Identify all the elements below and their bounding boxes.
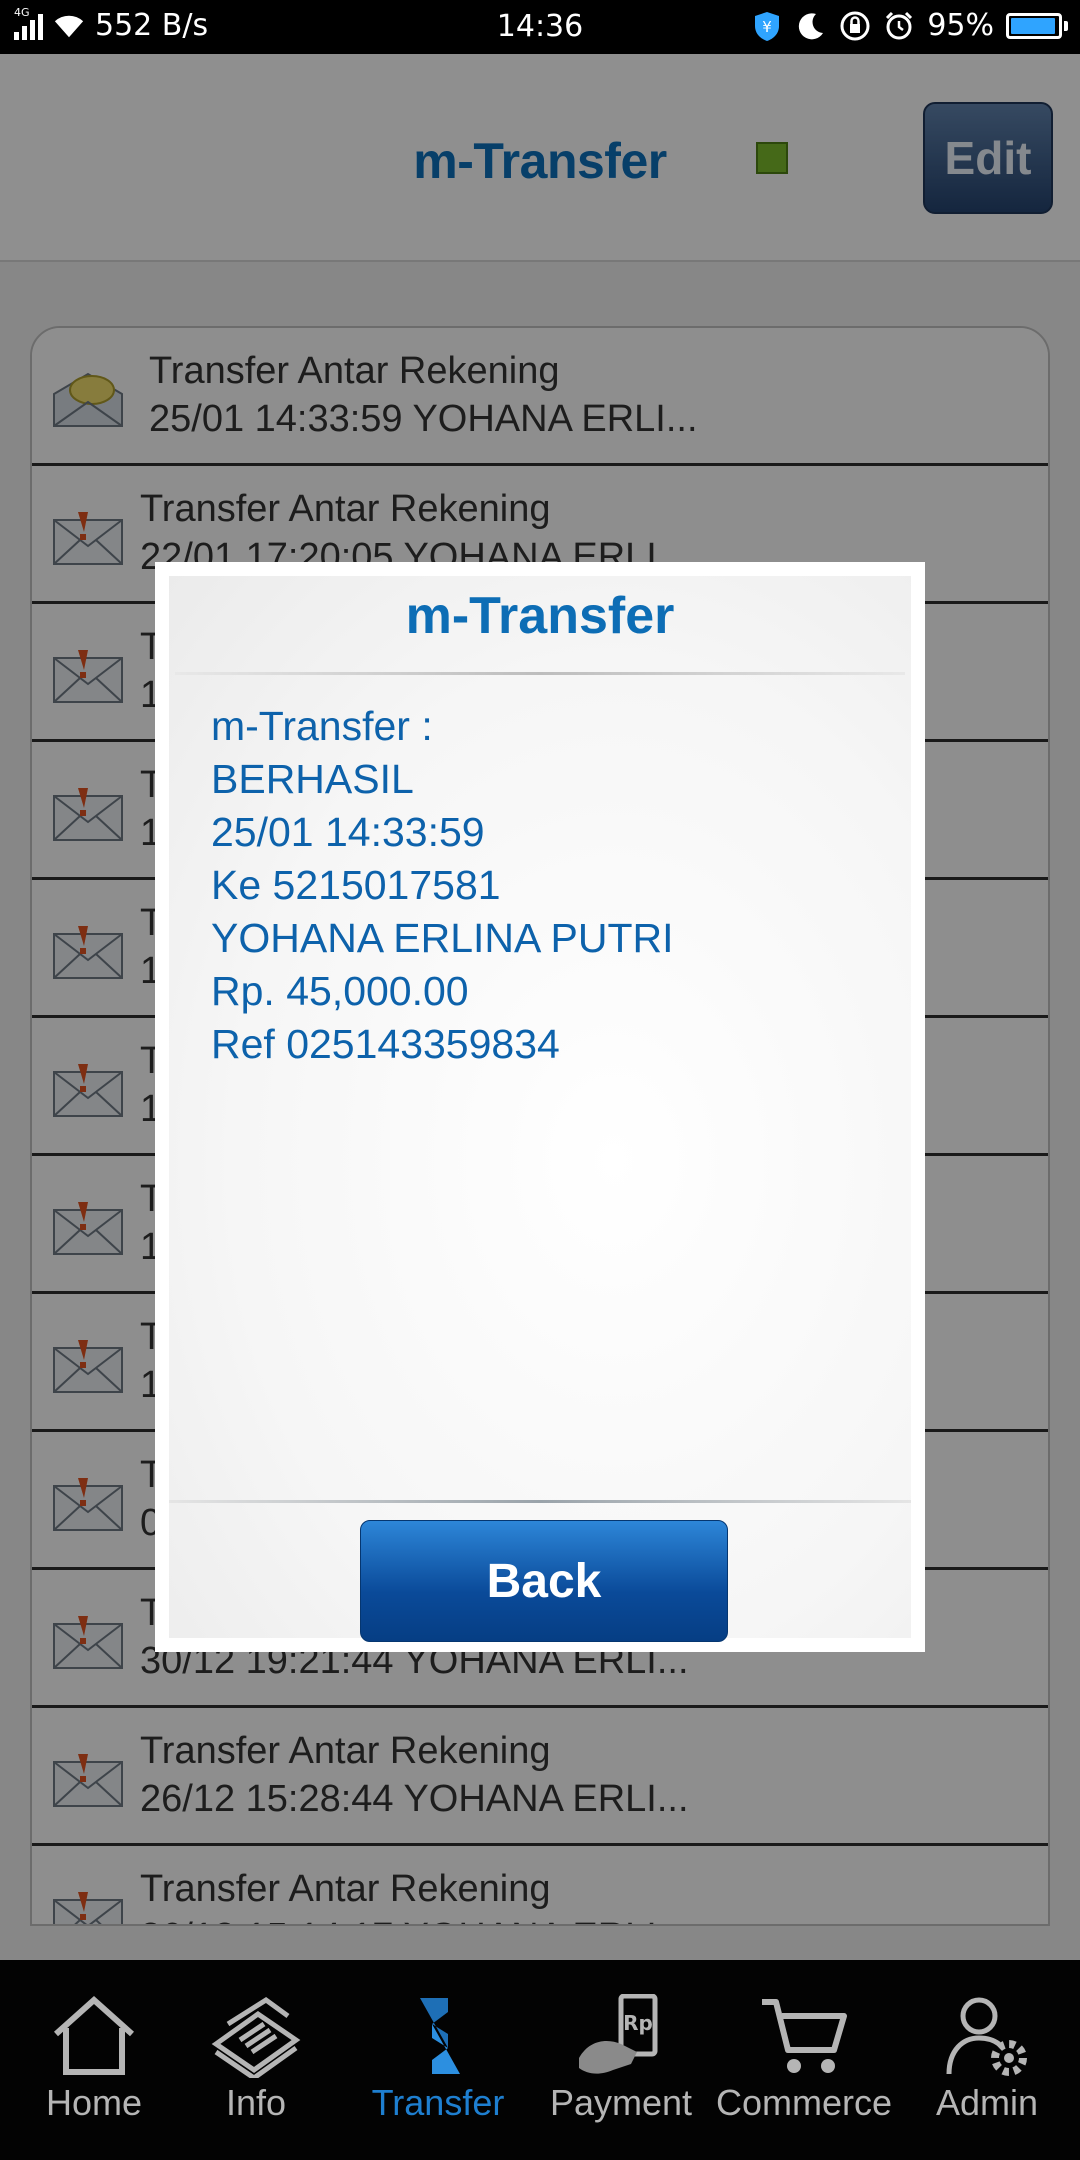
shield-icon: ¥ xyxy=(751,10,783,42)
dialog-message: m-Transfer : BERHASIL 25/01 14:33:59 Ke … xyxy=(211,700,674,1071)
svg-text:Rp: Rp xyxy=(623,2011,653,2035)
nav-tab-admin[interactable]: Admin xyxy=(897,1960,1077,2160)
moon-icon xyxy=(795,10,827,42)
alarm-icon xyxy=(883,10,915,42)
message-line: m-Transfer : xyxy=(211,703,433,749)
message-line: Ref 025143359834 xyxy=(211,1021,560,1067)
message-line: Ke 5215017581 xyxy=(211,862,501,908)
bottom-nav: Home Info Transfer Rp Payment Commerce A… xyxy=(0,1960,1080,2160)
battery-icon xyxy=(1006,12,1068,39)
nav-tab-commerce[interactable]: Commerce xyxy=(714,1960,894,2160)
nav-tab-home[interactable]: Home xyxy=(4,1960,184,2160)
payment-icon: Rp xyxy=(573,1993,669,2078)
transfer-result-dialog: m-Transfer m-Transfer : BERHASIL 25/01 1… xyxy=(155,562,925,1652)
message-line: Rp. 45,000.00 xyxy=(211,968,469,1014)
nav-tab-transfer[interactable]: Transfer xyxy=(348,1960,528,2160)
rotation-lock-icon xyxy=(839,10,871,42)
info-book-icon xyxy=(208,1994,304,2082)
status-bar: 4G 552 B/s 14:36 ¥ 95% xyxy=(0,0,1080,54)
admin-gear-icon xyxy=(939,1994,1035,2078)
message-line: YOHANA ERLINA PUTRI xyxy=(211,915,674,961)
battery-percent: 95% xyxy=(927,8,994,43)
home-icon xyxy=(46,1994,142,2078)
message-line: 25/01 14:33:59 xyxy=(211,809,485,855)
back-button[interactable]: Back xyxy=(360,1520,728,1642)
nav-label: Admin xyxy=(935,2082,1039,2123)
svg-text:¥: ¥ xyxy=(763,18,773,36)
message-line: BERHASIL xyxy=(211,756,414,802)
nav-tab-payment[interactable]: Rp Payment xyxy=(531,1960,711,2160)
divider xyxy=(169,1500,911,1503)
divider xyxy=(175,672,905,675)
transfer-icon xyxy=(390,1994,486,2078)
dialog-title: m-Transfer xyxy=(405,587,675,645)
nav-tab-info[interactable]: Info xyxy=(166,1960,346,2160)
cart-icon xyxy=(756,1994,852,2078)
